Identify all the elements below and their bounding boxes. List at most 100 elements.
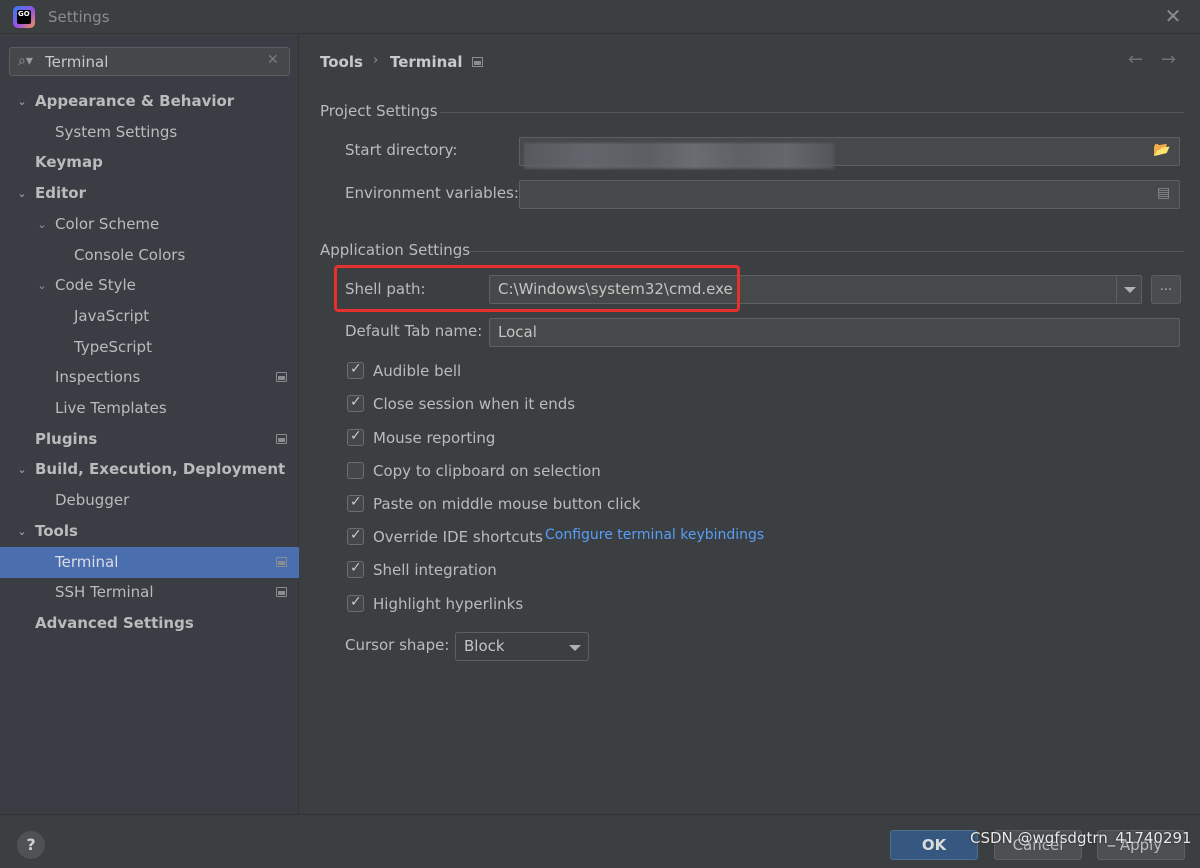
checkbox-checked[interactable] (347, 594, 364, 612)
checkbox-unchecked[interactable] (347, 462, 364, 479)
breadcrumb-parent[interactable]: Tools (320, 53, 363, 71)
settings-content: Tools › Terminal ← → Project Settings St… (300, 35, 1200, 814)
sidebar-item[interactable]: Console Colors (0, 240, 299, 271)
default-tab-name-field[interactable]: Local (489, 318, 1180, 347)
sidebar-item-label: Appearance & Behavior (35, 92, 235, 110)
checkbox-checked[interactable] (347, 494, 364, 512)
project-level-icon (276, 433, 287, 444)
project-level-icon (276, 372, 287, 383)
forward-arrow-icon[interactable]: → (1161, 49, 1176, 70)
cursor-shape-label: Cursor shape: (345, 636, 450, 654)
configure-keybindings-link[interactable]: Configure terminal keybindings (545, 527, 764, 543)
chevron-down-icon[interactable]: ⌄ (16, 454, 28, 485)
chevron-down-icon[interactable]: ⌄ (36, 270, 48, 301)
sidebar-item[interactable]: ⌄ Color Scheme (0, 209, 299, 240)
ok-button[interactable]: OK (890, 830, 978, 860)
checkbox-label: Override IDE shortcuts (373, 528, 543, 546)
sidebar-item-label: System Settings (55, 122, 178, 141)
checkbox-label: Highlight hyperlinks (373, 595, 524, 613)
chevron-down-icon[interactable]: ⌄ (16, 178, 28, 209)
sidebar-item[interactable]: ⌄ Build, Execution, Deployment (0, 454, 299, 485)
shell-path-label: Shell path: (345, 280, 426, 298)
app-logo-icon: GO (13, 6, 35, 28)
checkbox-label: Shell integration (373, 561, 497, 579)
chevron-down-icon[interactable]: ⌄ (16, 86, 28, 117)
project-level-icon (472, 57, 483, 67)
checkbox-checked[interactable] (347, 361, 364, 379)
chevron-down-icon (569, 645, 581, 651)
sidebar-item-label: Code Style (55, 276, 136, 295)
environment-variables-field[interactable] (519, 180, 1180, 209)
sidebar-item-label: Live Templates (55, 399, 167, 417)
cursor-shape-select[interactable]: Block (455, 632, 589, 661)
sidebar-item-label: JavaScript (74, 306, 150, 325)
project-level-icon (276, 556, 287, 567)
sidebar-item[interactable]: Plugins (0, 424, 299, 455)
sidebar-item[interactable]: Debugger (0, 485, 299, 516)
shell-path-dropdown-button[interactable] (1116, 275, 1142, 304)
section-divider (440, 112, 1184, 113)
sidebar-item-label: Keymap (35, 153, 103, 172)
shell-path-browse-button[interactable]: ... (1151, 275, 1181, 304)
checkbox-checked[interactable] (347, 428, 364, 446)
sidebar-item[interactable]: ⌄ Editor (0, 178, 299, 209)
sidebar-item-label: TypeScript (74, 337, 152, 356)
sidebar-item-label: Advanced Settings (35, 613, 194, 632)
sidebar-item-label: Tools (35, 521, 78, 540)
settings-search[interactable]: ⌕▾ ✕ (9, 47, 290, 76)
window-title: Settings (48, 8, 110, 26)
chevron-down-icon[interactable]: ⌄ (16, 516, 28, 547)
sidebar-item[interactable]: JavaScript (0, 301, 299, 332)
sidebar-item-label: Build, Execution, Deployment (35, 460, 286, 479)
sidebar-item[interactable]: Keymap (0, 147, 299, 178)
sidebar-item-label: Debugger (55, 491, 130, 510)
watermark: CSDN @wgfsdgtrn_41740291 (970, 829, 1192, 847)
project-settings-title: Project Settings (320, 102, 438, 120)
title-bar: GO Settings ✕ (0, 0, 1200, 34)
close-icon[interactable]: ✕ (1162, 5, 1184, 27)
default-tab-name-label: Default Tab name: (345, 322, 483, 340)
checkbox-checked[interactable] (347, 560, 364, 578)
folder-icon[interactable]: 📂 (1153, 142, 1170, 158)
sidebar-item[interactable]: SSH Terminal (0, 577, 299, 608)
application-settings-title: Application Settings (320, 241, 471, 259)
sidebar-item[interactable]: ⌄ Appearance & Behavior (0, 86, 299, 117)
checkbox-label: Mouse reporting (373, 429, 496, 447)
sidebar-item[interactable]: System Settings (0, 117, 299, 148)
shell-path-field[interactable]: C:\Windows\system32\cmd.exe (489, 275, 1142, 304)
sidebar-item[interactable]: TypeScript (0, 332, 299, 363)
cursor-shape-value: Block (464, 637, 505, 655)
back-arrow-icon[interactable]: ← (1128, 49, 1143, 70)
help-button[interactable]: ? (17, 831, 45, 859)
sidebar-item-label: SSH Terminal (55, 583, 154, 602)
sidebar-item-label: Console Colors (74, 245, 186, 264)
checkbox-label: Audible bell (373, 362, 462, 380)
environment-variables-label: Environment variables: (345, 184, 519, 202)
sidebar-item[interactable]: Terminal (0, 546, 299, 578)
sidebar-item-label: Terminal (55, 552, 119, 571)
sidebar-item-label: Editor (35, 184, 86, 203)
start-directory-label: Start directory: (345, 141, 458, 159)
sidebar-item[interactable]: Inspections (0, 362, 299, 393)
search-input[interactable] (45, 52, 265, 72)
chevron-down-icon[interactable]: ⌄ (36, 209, 48, 240)
clear-search-icon[interactable]: ✕ (267, 52, 279, 68)
checkbox-checked[interactable] (347, 527, 364, 545)
checkbox-checked[interactable] (347, 394, 364, 412)
sidebar-item[interactable]: ⌄ Code Style (0, 270, 299, 301)
breadcrumb-separator: › (373, 53, 379, 68)
section-divider (470, 251, 1184, 252)
checkbox-label: Close session when it ends (373, 395, 576, 413)
sidebar-item[interactable]: Live Templates (0, 393, 299, 424)
start-directory-obscured-value (524, 143, 834, 169)
sidebar-item[interactable]: ⌄ Tools (0, 516, 299, 547)
settings-sidebar: ⌕▾ ✕ ⌄ Appearance & Behavior System Settin… (0, 35, 299, 814)
sidebar-item-label: Plugins (35, 429, 98, 448)
app-logo-text: GO (18, 10, 30, 18)
edit-variables-icon[interactable]: ▤ (1157, 185, 1170, 201)
breadcrumb-current: Terminal (390, 53, 463, 71)
checkbox-label: Paste on middle mouse button click (373, 495, 641, 513)
sidebar-item-label: Color Scheme (55, 214, 160, 233)
sidebar-item[interactable]: Advanced Settings (0, 608, 299, 639)
search-icon: ⌕▾ (18, 53, 33, 69)
